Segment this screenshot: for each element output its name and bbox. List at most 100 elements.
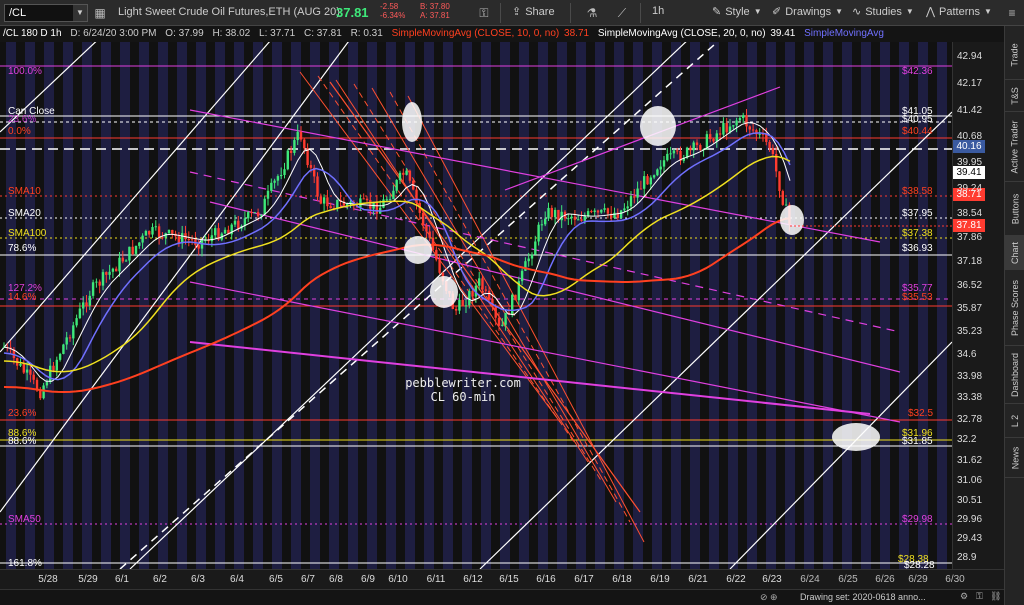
candle-body: [435, 249, 438, 260]
drawing-set-label[interactable]: Drawing set: 2020-0618 anno...: [800, 592, 926, 602]
scroll-icon[interactable]: ⊘ ⊕: [760, 592, 778, 603]
candle-body: [128, 246, 131, 261]
price-axis[interactable]: 40.16 39.41 38.71 37.81 42.94 42.17 41.42 4…: [952, 42, 1004, 569]
highlight-oval: [404, 236, 432, 264]
candle-body: [362, 198, 365, 200]
time-axis[interactable]: 5/28 5/29 6/1 6/2 6/3 6/4 6/5 6/7 6/8 6/9 6/10 6/11…: [0, 569, 1004, 589]
share-button[interactable]: ⇪ Share: [512, 5, 555, 19]
candle-body: [369, 200, 372, 209]
legend-sma20[interactable]: SimpleMovingAvg (CLOSE, 20, 0, no): [598, 28, 766, 39]
candle-body: [286, 150, 289, 170]
symbol-lookup-icon[interactable]: ▦: [92, 5, 108, 21]
side-tab-label: T&S: [1009, 86, 1020, 105]
candle-body: [385, 199, 388, 201]
symbol-input[interactable]: /CL ▼: [4, 4, 88, 22]
ask-price: A: 37.81: [420, 11, 450, 20]
legend-open: O: 37.99: [165, 28, 204, 39]
flask-icon[interactable]: ⚗: [584, 5, 600, 21]
lock-icon[interactable]: ⚿: [476, 5, 492, 21]
chevron-down-icon: ▼: [835, 7, 843, 16]
candle-body: [735, 120, 738, 126]
candle-body: [319, 196, 322, 204]
x-tick-label: 6/8: [329, 574, 343, 585]
patterns-icon: ⋀: [926, 6, 936, 18]
side-tab-active-trader[interactable]: Active Trader: [1005, 112, 1024, 182]
studies-button[interactable]: ∿ Studies ▼: [852, 5, 914, 19]
net-change: -2.58: [380, 2, 399, 11]
candle-body: [62, 344, 65, 354]
candle-body: [78, 308, 82, 319]
studies-icon: ∿: [852, 6, 862, 18]
candle-body: [695, 142, 699, 146]
fib-1618-label: 161.8%: [8, 558, 42, 569]
candle-body: [676, 150, 679, 152]
chevron-down-icon: ▼: [984, 7, 992, 16]
y-tick-label: 35.23: [957, 326, 983, 338]
price-chart[interactable]: 100.0% Can Close 23.6% 0.0% SMA10 SMA20 …: [0, 42, 952, 571]
candle-body: [606, 208, 610, 214]
candle-body: [570, 216, 573, 219]
menu-icon[interactable]: ≡: [1004, 5, 1020, 21]
style-button[interactable]: ✎ Style ▼: [712, 5, 762, 19]
chart-header: /CL 180 D 1h: [3, 28, 62, 39]
candle-body: [484, 289, 487, 291]
candle-body: [91, 282, 95, 296]
side-tab-buttons[interactable]: Buttons: [1005, 182, 1024, 236]
y-tick-label: 35.87: [957, 303, 983, 315]
candle-body: [573, 216, 577, 220]
side-tab-l-2[interactable]: L 2: [1005, 404, 1024, 438]
side-tab-t-s[interactable]: T&S: [1005, 80, 1024, 112]
timeframe-button[interactable]: 1h: [652, 5, 664, 17]
x-tick-label: 6/18: [612, 574, 632, 585]
candle-body: [544, 218, 547, 225]
candle-body: [171, 229, 174, 234]
candle-body: [438, 259, 441, 273]
candle-body: [421, 212, 425, 226]
side-tab-dashboard[interactable]: Dashboard: [1005, 346, 1024, 404]
candle-body: [494, 306, 497, 318]
y-tick-label: 42.94: [957, 50, 983, 62]
side-tab-trade[interactable]: Trade: [1005, 30, 1024, 80]
price-label-3185: $31.85: [902, 436, 933, 447]
legend-date: D: 6/24/20 3:00 PM: [70, 28, 157, 39]
side-tab-news[interactable]: News: [1005, 438, 1024, 478]
settings-icon[interactable]: ⚙: [960, 591, 968, 602]
lock-icon[interactable]: ⚿: [976, 591, 983, 602]
price-label-3738: $37.38: [902, 228, 933, 239]
candle-body: [586, 211, 590, 216]
candle-body: [511, 294, 514, 315]
trend-icon[interactable]: ⟋: [614, 5, 630, 21]
candle-body: [144, 231, 148, 236]
candle-body: [398, 172, 402, 181]
y-tick-label: 38.54: [957, 207, 983, 219]
candle-body: [596, 210, 600, 213]
patterns-button[interactable]: ⋀ Patterns ▼: [926, 5, 992, 19]
candle-body: [745, 115, 748, 127]
legend-sma10[interactable]: SimpleMovingAvg (CLOSE, 10, 0, no): [392, 28, 560, 39]
side-tab-phase-scores[interactable]: Phase Scores: [1005, 270, 1024, 346]
symbol-dropdown-icon[interactable]: ▼: [73, 5, 87, 21]
candle-body: [365, 198, 369, 201]
candle-body: [101, 272, 105, 286]
candle-body: [22, 363, 25, 373]
drawings-button[interactable]: ✐ Drawings ▼: [772, 5, 843, 19]
price-label-4044: $40.44: [902, 126, 933, 137]
y-tick-label: 33.38: [957, 392, 983, 404]
candle-body: [778, 171, 781, 192]
candle-body: [214, 228, 217, 236]
symbol-text: /CL: [9, 7, 27, 19]
candle-body: [72, 325, 75, 339]
chart-canvas[interactable]: [0, 42, 952, 569]
last-price-badge: 37.81: [953, 219, 985, 232]
candle-body: [167, 229, 171, 234]
candle-body: [108, 271, 111, 275]
candle-body: [85, 302, 88, 306]
candle-body: [639, 188, 643, 190]
candle-body: [636, 188, 639, 198]
legend-sma-next[interactable]: SimpleMovingAvg: [804, 28, 884, 39]
price-label-3795: $37.95: [902, 208, 933, 219]
legend-high: H: 38.02: [212, 28, 251, 39]
timeframe-label: 1h: [652, 5, 665, 17]
link-icon[interactable]: ⛓: [990, 591, 1001, 602]
side-tab-chart[interactable]: Chart: [1005, 236, 1024, 270]
